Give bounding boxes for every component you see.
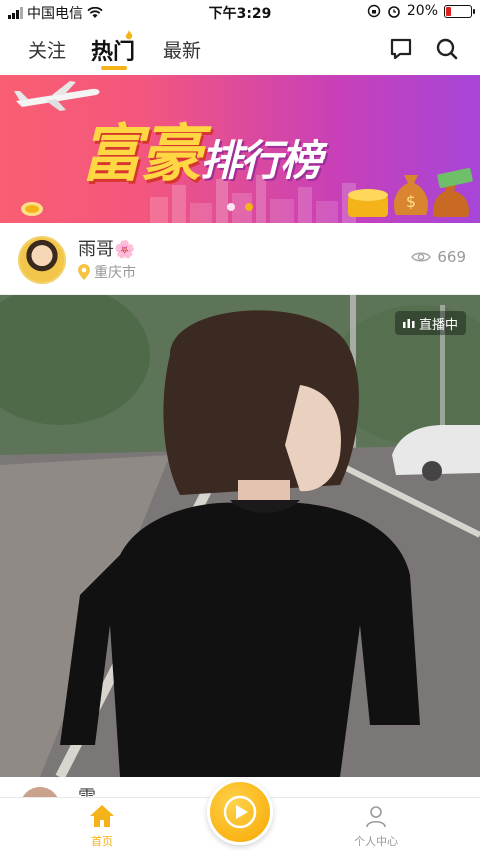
play-icon (223, 795, 257, 829)
flower-emoji: 🌸 (114, 240, 136, 260)
tab-latest[interactable]: 最新 (163, 36, 201, 63)
eye-icon (411, 252, 432, 262)
orientation-lock-icon (367, 4, 381, 18)
battery-percent: 20% (406, 3, 438, 19)
location-pin-icon (78, 264, 90, 280)
home-tab-label: 首页 (91, 835, 113, 848)
top-nav: 关注 热门 最新 (0, 28, 480, 74)
post-header: 雨哥🌸 重庆市 669 (0, 224, 480, 294)
live-stream-cover[interactable]: 直播中 (0, 295, 480, 777)
center-play-button[interactable] (207, 779, 273, 845)
banner-title-main: 富豪 (80, 117, 202, 190)
battery-icon (444, 4, 475, 18)
active-tab-indicator (101, 66, 127, 70)
avatar[interactable] (18, 236, 66, 284)
banner-dot-1[interactable] (227, 203, 235, 211)
message-icon[interactable] (388, 36, 414, 62)
view-count: 669 (411, 248, 466, 266)
cover-photo-image (0, 295, 480, 777)
view-count-text: 669 (437, 248, 466, 266)
home-tab[interactable]: 首页 (62, 804, 142, 849)
location: 重庆市 (78, 262, 136, 282)
live-badge-text: 直播中 (418, 317, 458, 333)
profile-tab-label: 个人中心 (354, 835, 398, 848)
user-icon (366, 806, 386, 828)
live-badge: 直播中 (394, 311, 466, 335)
username-text: 雨哥 (78, 239, 114, 260)
tab-follow[interactable]: 关注 (28, 36, 66, 63)
banner-dot-2[interactable] (245, 203, 253, 211)
money-bags-graphic: $ (348, 167, 473, 217)
svg-text:$: $ (406, 192, 416, 211)
coin-icon (21, 202, 43, 216)
status-bar: 中国电信 下午3:29 20% (0, 0, 480, 24)
home-icon (90, 805, 114, 827)
hot-flame-icon (125, 30, 133, 40)
username[interactable]: 雨哥🌸 (78, 235, 135, 261)
rich-ranking-banner[interactable]: 富豪排行榜 $ (0, 75, 480, 223)
search-icon[interactable] (434, 36, 460, 62)
profile-tab[interactable]: 个人中心 (336, 804, 416, 849)
location-text: 重庆市 (94, 265, 136, 281)
alarm-icon (388, 6, 400, 18)
live-bars-icon (402, 319, 415, 328)
status-right: 20% (367, 3, 475, 19)
banner-title-sub: 排行榜 (200, 136, 322, 185)
banner-title: 富豪排行榜 (80, 103, 322, 193)
